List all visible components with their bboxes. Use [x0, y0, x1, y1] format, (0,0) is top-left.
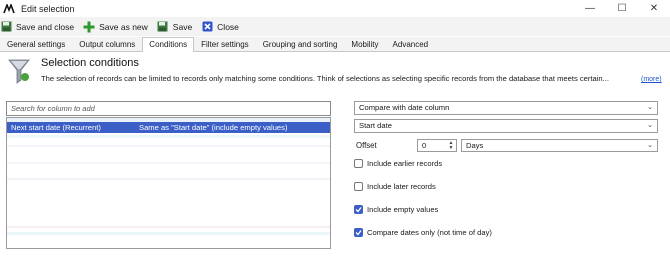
close-x-icon: [201, 21, 213, 33]
app-logo-icon: [3, 3, 15, 14]
save-as-new-button[interactable]: Save as new: [83, 17, 148, 36]
section-description: The selection of records can be limited …: [41, 74, 609, 83]
condition-column-name: Next start date (Recurrent): [11, 123, 101, 132]
save-button[interactable]: Save: [157, 17, 192, 36]
include-earlier-checkbox[interactable]: Include earlier records: [354, 159, 442, 168]
checkbox-label: Compare dates only (not time of day): [367, 228, 492, 237]
conditions-list[interactable]: Next start date (Recurrent) Same as "Sta…: [6, 117, 331, 249]
chevron-down-icon: ⌄: [647, 122, 653, 129]
list-artifact: [7, 232, 330, 235]
disk-icon: [0, 21, 12, 33]
checkmark-icon: [355, 207, 362, 213]
tab-filter-settings[interactable]: Filter settings: [194, 37, 256, 51]
compare-mode-value: Compare with date column: [359, 103, 450, 112]
condition-row-selected[interactable]: Next start date (Recurrent) Same as "Sta…: [7, 122, 330, 133]
list-artifact: [7, 135, 330, 138]
checkbox-label: Include empty values: [367, 205, 439, 214]
compare-dates-only-checkbox[interactable]: Compare dates only (not time of day): [354, 228, 492, 237]
window-controls: — ☐ ✕: [574, 0, 670, 17]
list-artifact: [7, 226, 330, 228]
include-empty-checkbox[interactable]: Include empty values: [354, 205, 438, 214]
disk-icon: [157, 21, 169, 33]
stepper-arrows[interactable]: ▲ ▼: [447, 140, 455, 151]
tab-advanced[interactable]: Advanced: [386, 37, 436, 51]
compare-mode-dropdown[interactable]: Compare with date column ⌄: [354, 101, 658, 115]
chevron-down-icon: ⌄: [647, 104, 653, 111]
save-and-close-button[interactable]: Save and close: [0, 17, 74, 36]
close-button[interactable]: Close: [201, 17, 239, 36]
offset-unit-dropdown[interactable]: Days ⌄: [461, 139, 658, 152]
save-as-new-label: Save as new: [99, 21, 148, 32]
include-later-checkbox[interactable]: Include later records: [354, 182, 436, 191]
checkbox-box[interactable]: [354, 182, 363, 191]
save-label: Save: [172, 21, 193, 32]
tab-mobility[interactable]: Mobility: [344, 37, 385, 51]
section-title: Selection conditions: [41, 57, 139, 69]
checkbox-label: Include later records: [367, 182, 436, 191]
title-bar: Edit selection — ☐ ✕: [0, 0, 670, 17]
tab-strip: General settings Output columns Conditio…: [0, 37, 670, 52]
close-window-button[interactable]: ✕: [638, 0, 670, 17]
minimize-button[interactable]: —: [574, 0, 606, 17]
list-artifact: [7, 145, 330, 147]
tab-conditions[interactable]: Conditions: [142, 37, 195, 52]
checkbox-box[interactable]: [354, 159, 363, 168]
more-link[interactable]: (more): [641, 76, 662, 83]
list-artifact: [7, 162, 330, 164]
checkbox-box[interactable]: [354, 205, 363, 214]
column-search-input[interactable]: [6, 101, 331, 116]
offset-label: Offset: [356, 141, 377, 150]
date-column-dropdown[interactable]: Start date ⌄: [354, 119, 658, 133]
list-artifact: [7, 178, 330, 180]
chevron-down-icon: ⌄: [647, 142, 653, 149]
close-label: Close: [217, 21, 239, 32]
tab-general-settings[interactable]: General settings: [0, 37, 72, 51]
plus-icon: [83, 21, 95, 33]
checkbox-box[interactable]: [354, 228, 363, 237]
offset-value: 0: [422, 141, 427, 150]
save-and-close-label: Save and close: [16, 21, 75, 32]
condition-description: Same as "Start date" (include empty valu…: [139, 123, 288, 132]
offset-stepper[interactable]: 0 ▲ ▼: [417, 139, 457, 152]
checkmark-icon: [355, 230, 362, 236]
maximize-button[interactable]: ☐: [606, 0, 638, 17]
offset-unit-value: Days: [466, 141, 484, 150]
funnel-filter-icon: [8, 58, 30, 84]
date-column-value: Start date: [359, 121, 392, 130]
tab-grouping-and-sorting[interactable]: Grouping and sorting: [256, 37, 345, 51]
tab-output-columns[interactable]: Output columns: [72, 37, 142, 51]
chevron-down-icon[interactable]: ▼: [449, 145, 454, 151]
toolbar: Save and close Save as new Save Close: [0, 17, 670, 36]
window-title: Edit selection: [21, 3, 75, 14]
section-header: Selection conditions The selection of re…: [0, 53, 670, 90]
checkbox-label: Include earlier records: [367, 159, 443, 168]
